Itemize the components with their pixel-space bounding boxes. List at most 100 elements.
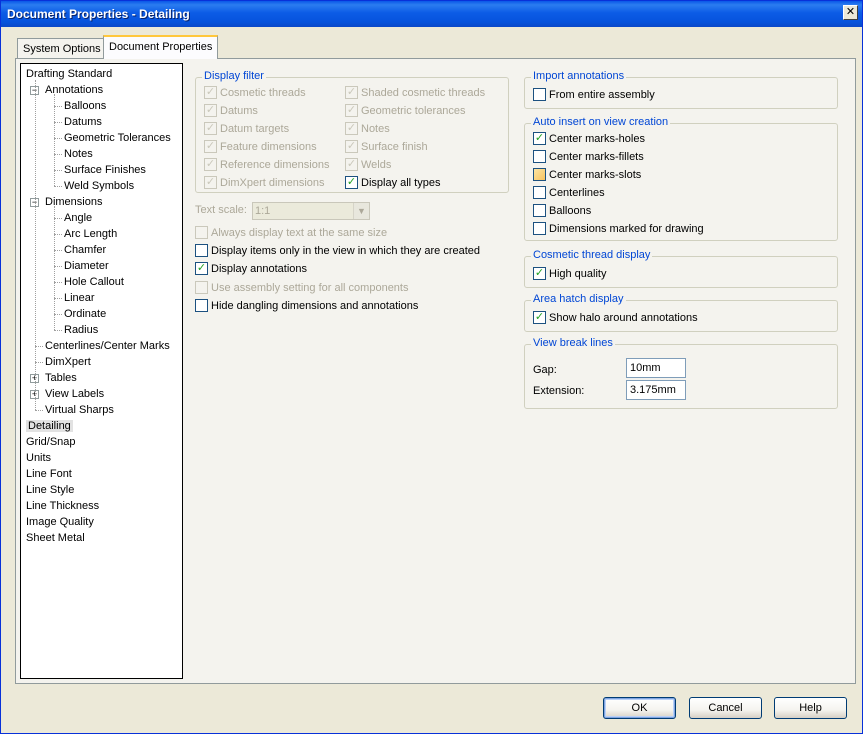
tree-item-detailing[interactable]: Detailing — [26, 418, 73, 434]
tree-item-view-labels[interactable]: View Labels — [45, 386, 104, 402]
tree-item-hole-callout[interactable]: Hole Callout — [64, 274, 124, 290]
centerlines-label: Centerlines — [549, 187, 605, 199]
help-button[interactable]: Help — [774, 697, 847, 719]
hide-dangling-dimensions-and-annotations-label: Hide dangling dimensions and annotations — [211, 300, 419, 312]
checkmark-icon: ✓ — [345, 103, 358, 117]
tab-system-options-label: System Options — [23, 43, 101, 55]
tree-item-angle[interactable]: Angle — [64, 210, 92, 226]
checkmark-icon[interactable]: ✓ — [533, 266, 546, 280]
tree-item-label: Linear — [64, 292, 95, 304]
checkbox-box[interactable] — [533, 87, 546, 101]
display-annotations-checkbox[interactable]: ✓ Display annotations — [195, 261, 307, 278]
tab-system-options[interactable]: System Options — [17, 38, 107, 58]
tree-item-image-quality[interactable]: Image Quality — [26, 514, 94, 530]
tree-item-radius[interactable]: Radius — [64, 322, 98, 338]
geometric-tolerances-label: Geometric tolerances — [361, 105, 466, 117]
tree-item-label: Grid/Snap — [26, 436, 76, 448]
view-break-legend: View break lines — [531, 337, 615, 349]
checkmark-icon[interactable]: ✓ — [195, 261, 208, 275]
cancel-button[interactable]: Cancel — [689, 697, 762, 719]
tree-item-geometric-tolerances[interactable]: Geometric Tolerances — [64, 130, 171, 146]
tree-item-centerlines-center-marks[interactable]: Centerlines/Center Marks — [45, 338, 170, 354]
tree-item-line-thickness[interactable]: Line Thickness — [26, 498, 99, 514]
tree-item-virtual-sharps[interactable]: Virtual Sharps — [45, 402, 114, 418]
tree-item-chamfer[interactable]: Chamfer — [64, 242, 106, 258]
hide-dangling-dimensions-and-annotations-checkbox[interactable]: Hide dangling dimensions and annotations — [195, 298, 419, 315]
tab-document-properties[interactable]: Document Properties — [103, 35, 219, 59]
display-all-types-checkbox[interactable]: ✓ Display all types — [345, 175, 440, 192]
tree-connector — [54, 298, 62, 299]
checkbox-box[interactable] — [533, 185, 546, 199]
checkbox-box[interactable] — [533, 149, 546, 163]
surface-finish-checkbox: ✓ Surface finish — [345, 139, 428, 156]
center-marks-fillets-label: Center marks-fillets — [549, 151, 644, 163]
tree-item-label: Notes — [64, 148, 93, 160]
cosmetic-threads-checkbox: ✓ Cosmetic threads — [204, 85, 306, 102]
balloons-checkbox[interactable]: Balloons — [533, 203, 591, 220]
checkbox-box[interactable] — [533, 167, 546, 181]
tree-connector — [54, 106, 62, 107]
checkbox-box[interactable] — [195, 298, 208, 312]
tree-item-ordinate[interactable]: Ordinate — [64, 306, 106, 322]
datum-targets-label: Datum targets — [220, 123, 290, 135]
tree-item-label: Balloons — [64, 100, 107, 112]
tree-item-label: Line Font — [26, 468, 72, 480]
display-items-only-in-the-view-in-which-they-are-created-checkbox[interactable]: Display items only in the view in which … — [195, 243, 480, 260]
tree-item-drafting-standard[interactable]: Drafting Standard — [26, 66, 112, 82]
tree-connector — [54, 186, 62, 187]
tree-item-tables[interactable]: Tables — [45, 370, 77, 386]
tree-item-datums[interactable]: Datums — [64, 114, 102, 130]
checkbox-box[interactable] — [533, 221, 546, 235]
tree-connector — [35, 346, 43, 347]
tree-item-weld-symbols[interactable]: Weld Symbols — [64, 178, 134, 194]
centerlines-checkbox[interactable]: Centerlines — [533, 185, 605, 202]
checkbox-box[interactable] — [533, 203, 546, 217]
title-bar[interactable]: Document Properties - Detailing ✕ — [1, 1, 862, 27]
text-scale-value: 1:1 — [255, 205, 271, 217]
tree-item-diameter[interactable]: Diameter — [64, 258, 109, 274]
show-halo-checkbox[interactable]: ✓ Show halo around annotations — [533, 310, 698, 327]
notes-label: Notes — [361, 123, 390, 135]
tree-item-label: Line Thickness — [26, 500, 100, 512]
dimxpert-dimensions-checkbox: ✓ DimXpert dimensions — [204, 175, 325, 192]
checkmark-icon[interactable]: ✓ — [533, 131, 546, 145]
properties-tree[interactable]: Drafting Standard Annotations − Balloons Dat… — [20, 63, 183, 679]
checkmark-icon: ✓ — [345, 85, 358, 99]
center-marks-slots-checkbox[interactable]: Center marks-slots — [533, 167, 642, 184]
ok-button[interactable]: OK — [603, 697, 676, 719]
tree-item-linear[interactable]: Linear — [64, 290, 95, 306]
close-icon[interactable]: ✕ — [843, 5, 858, 20]
gap-value: 10mm — [630, 362, 661, 374]
tree-item-line-font[interactable]: Line Font — [26, 466, 72, 482]
extension-label: Extension: — [533, 385, 585, 397]
checkmark-icon[interactable]: ✓ — [345, 175, 358, 189]
tree-item-balloons[interactable]: Balloons — [64, 98, 106, 114]
tree-item-arc-length[interactable]: Arc Length — [64, 226, 117, 242]
dimensions-marked-for-drawing-checkbox[interactable]: Dimensions marked for drawing — [533, 221, 704, 238]
center-marks-holes-checkbox[interactable]: ✓ Center marks-holes — [533, 131, 645, 148]
tab-document-properties-label: Document Properties — [109, 41, 213, 53]
checkmark-icon[interactable]: ✓ — [533, 310, 546, 324]
show-halo-label: Show halo around annotations — [549, 312, 698, 324]
extension-input[interactable]: 3.175mm — [626, 380, 686, 400]
tree-item-sheet-metal[interactable]: Sheet Metal — [26, 530, 85, 546]
tree-item-grid-snap[interactable]: Grid/Snap — [26, 434, 76, 450]
checkbox-box[interactable] — [195, 243, 208, 257]
from-entire-assembly-label: From entire assembly — [549, 89, 655, 101]
tree-item-notes[interactable]: Notes — [64, 146, 93, 162]
center-marks-fillets-checkbox[interactable]: Center marks-fillets — [533, 149, 644, 166]
tree-item-line-style[interactable]: Line Style — [26, 482, 74, 498]
tree-item-units[interactable]: Units — [26, 450, 51, 466]
tree-connector — [54, 94, 55, 186]
center-marks-slots-label: Center marks-slots — [549, 169, 642, 181]
from-entire-assembly-checkbox[interactable]: From entire assembly — [533, 87, 655, 104]
text-scale-select[interactable]: 1:1 ▼ — [252, 202, 370, 220]
high-quality-checkbox[interactable]: ✓ High quality — [533, 266, 606, 283]
tree-item-label: Geometric Tolerances — [64, 132, 171, 144]
tree-item-surface-finishes[interactable]: Surface Finishes — [64, 162, 146, 178]
checkmark-icon: ✓ — [204, 85, 217, 99]
chevron-down-icon: ▼ — [353, 203, 369, 219]
gap-input[interactable]: 10mm — [626, 358, 686, 378]
tree-connector — [35, 362, 43, 363]
tree-item-dimxpert[interactable]: DimXpert — [45, 354, 91, 370]
